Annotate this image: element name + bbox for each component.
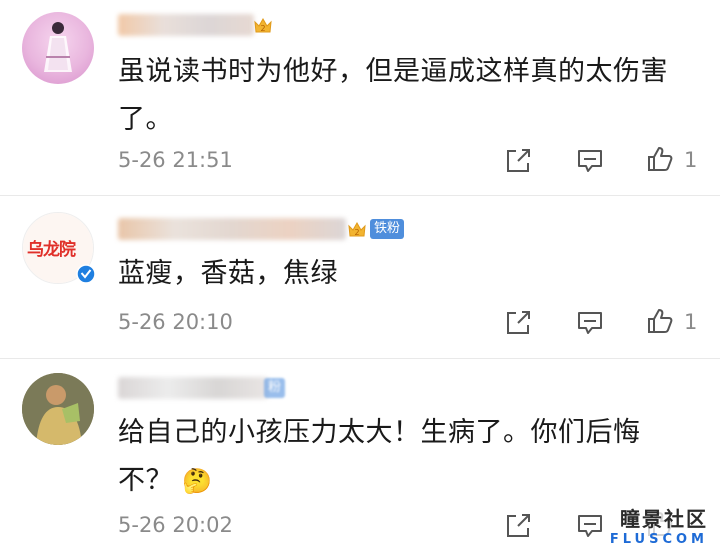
comment-text-line: 蓝瘦，香菇，焦绿 [118,258,338,289]
member-badge[interactable]: 2 [252,14,274,36]
share-icon[interactable] [504,512,532,540]
watermark-subtitle: FLUSCOM [609,532,708,547]
avatar[interactable] [22,12,94,84]
avatar-logo-text: 乌龙院 [27,240,76,260]
comment-text: 蓝瘦，香菇，焦绿 [118,250,698,298]
comment-text: 给自己的小孩压力太大！生病了。你们后悔 不？ 🤔 [118,409,698,505]
member-badge[interactable]: 2 铁粉 [346,218,405,240]
member-badge[interactable]: 粉 [262,377,286,399]
crown-badge-icon: 2 [254,17,272,33]
like-count: 1 [684,310,698,334]
reply-icon[interactable] [576,147,604,175]
share-icon[interactable] [504,147,532,175]
svg-text:2: 2 [260,24,265,33]
comment-time: 5-26 20:02 [118,513,233,537]
comment-text-line-tail: 不？ [118,465,173,496]
avatar[interactable] [22,373,94,445]
username[interactable] [118,377,268,399]
fan-badge-label: 铁粉 [370,219,405,239]
avatar-photo [22,373,94,445]
fan-badge-label: 粉 [264,378,286,398]
crown-badge-icon: 2 [348,221,366,237]
comment-item: 乌龙院 2 铁粉 蓝瘦，香菇，焦绿 5-26 20:10 1 [0,196,720,358]
comment-time: 5-26 20:10 [118,310,233,334]
watermark-title: 瞳景社区 [620,507,708,531]
like-icon[interactable] [646,145,674,173]
comment-text: 虽说读书时为他好，但是逼成这样真的太伤害 了。 [118,48,698,144]
comment-text-line: 了。 [118,104,173,135]
comment-time: 5-26 21:51 [118,148,233,172]
svg-text:2: 2 [354,228,359,237]
comment-text-line: 虽说读书时为他好，但是逼成这样真的太伤害 [118,56,668,87]
share-icon[interactable] [504,309,532,337]
comment-text-line: 不？ 🤔 [118,457,698,505]
watermark: 瞳景社区 FLUSCOM [607,503,710,547]
avatar-figure [44,22,72,72]
thinking-emoji: 🤔 [182,467,213,495]
username[interactable] [118,14,254,36]
username[interactable] [118,218,346,240]
comment-text-line: 给自己的小孩压力太大！生病了。你们后悔 [118,417,641,448]
reply-icon[interactable] [576,309,604,337]
verified-icon [76,264,96,284]
like-count: 1 [684,148,698,172]
reply-icon[interactable] [576,512,604,540]
like-icon[interactable] [646,307,674,335]
comment-item: 2 虽说读书时为他好，但是逼成这样真的太伤害 了。 5-26 21:51 1 [0,0,720,195]
